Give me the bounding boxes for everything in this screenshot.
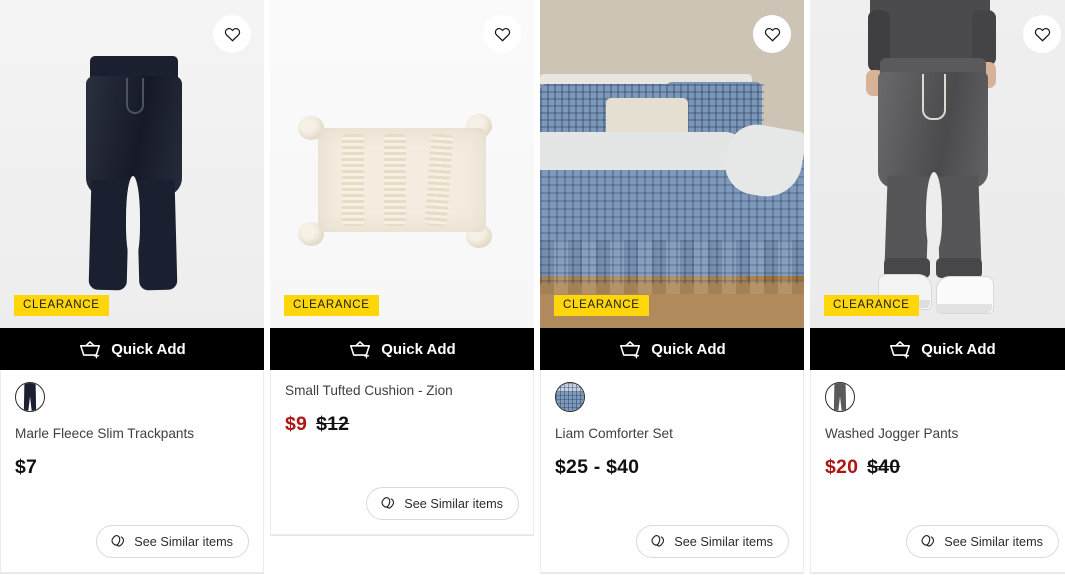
clearance-badge: CLEARANCE [284, 294, 379, 316]
see-similar-label: See Similar items [944, 534, 1043, 549]
product-image[interactable]: CLEARANCE [270, 0, 534, 328]
basket-plus-icon [618, 340, 642, 359]
product-info: Washed Jogger Pants $20 $40 See Similar … [810, 370, 1065, 573]
see-similar-label: See Similar items [674, 534, 773, 549]
quick-add-button[interactable]: Quick Add [810, 328, 1065, 370]
quick-add-label: Quick Add [651, 340, 726, 358]
similar-items-icon [380, 496, 396, 511]
blue-comforter-swatch[interactable] [555, 382, 585, 412]
product-illustration [810, 0, 1065, 328]
product-info: Small Tufted Cushion - Zion $9 $12 See S… [270, 370, 534, 535]
product-title[interactable]: Washed Jogger Pants [825, 425, 1059, 443]
product-card[interactable]: CLEARANCE Quick Add Liam Comforter Set $… [540, 0, 804, 574]
basket-plus-icon [348, 340, 372, 359]
navy-trackpants-swatch[interactable] [15, 382, 45, 412]
wishlist-button[interactable] [213, 15, 251, 53]
product-info: Liam Comforter Set $25 - $40 See Similar… [540, 370, 804, 573]
price-row: $7 [15, 456, 249, 479]
see-similar-button[interactable]: See Similar items [906, 525, 1059, 558]
product-image[interactable]: CLEARANCE [540, 0, 804, 328]
product-image[interactable]: CLEARANCE [810, 0, 1065, 328]
quick-add-button[interactable]: Quick Add [0, 328, 264, 370]
see-similar-button[interactable]: See Similar items [636, 525, 789, 558]
heart-icon [764, 26, 781, 42]
product-image[interactable]: CLEARANCE [0, 0, 264, 328]
product-price: $25 - $40 [555, 455, 640, 478]
product-price: $20 [825, 455, 859, 478]
heart-icon [1034, 26, 1051, 42]
product-card[interactable]: CLEARANCE Quick Add Small Tufted Cushion… [270, 0, 534, 536]
similar-items-icon [650, 534, 666, 549]
quick-add-button[interactable]: Quick Add [540, 328, 804, 370]
basket-plus-icon [78, 340, 102, 359]
grey-jogger-swatch[interactable] [825, 382, 855, 412]
product-card[interactable]: CLEARANCE Quick Add Washed Jogger Pants … [810, 0, 1065, 574]
quick-add-label: Quick Add [921, 340, 996, 358]
product-title[interactable]: Liam Comforter Set [555, 425, 789, 443]
quick-add-label: Quick Add [381, 340, 456, 358]
see-similar-button[interactable]: See Similar items [96, 525, 249, 558]
price-row: $9 $12 [285, 413, 519, 436]
similar-items-icon [920, 534, 936, 549]
quick-add-button[interactable]: Quick Add [270, 328, 534, 370]
product-was-price: $40 [867, 455, 901, 478]
product-was-price: $12 [316, 412, 350, 435]
product-price: $9 [285, 412, 308, 435]
product-title[interactable]: Marle Fleece Slim Trackpants [15, 425, 249, 443]
see-similar-label: See Similar items [404, 496, 503, 511]
wishlist-button[interactable] [1023, 15, 1061, 53]
clearance-badge: CLEARANCE [14, 294, 109, 316]
product-price: $7 [15, 455, 38, 478]
quick-add-label: Quick Add [111, 340, 186, 358]
similar-items-icon [110, 534, 126, 549]
heart-icon [494, 26, 511, 42]
product-info: Marle Fleece Slim Trackpants $7 See Simi… [0, 370, 264, 573]
clearance-badge: CLEARANCE [554, 294, 649, 316]
price-row: $20 $40 [825, 456, 1059, 479]
price-row: $25 - $40 [555, 456, 789, 479]
product-grid: CLEARANCE Quick Add Marle Fleece Slim Tr… [0, 0, 1065, 574]
clearance-badge: CLEARANCE [824, 294, 919, 316]
see-similar-button[interactable]: See Similar items [366, 487, 519, 520]
wishlist-button[interactable] [753, 15, 791, 53]
basket-plus-icon [888, 340, 912, 359]
product-card[interactable]: CLEARANCE Quick Add Marle Fleece Slim Tr… [0, 0, 264, 574]
wishlist-button[interactable] [483, 15, 521, 53]
heart-icon [224, 26, 241, 42]
product-title[interactable]: Small Tufted Cushion - Zion [285, 382, 519, 400]
see-similar-label: See Similar items [134, 534, 233, 549]
